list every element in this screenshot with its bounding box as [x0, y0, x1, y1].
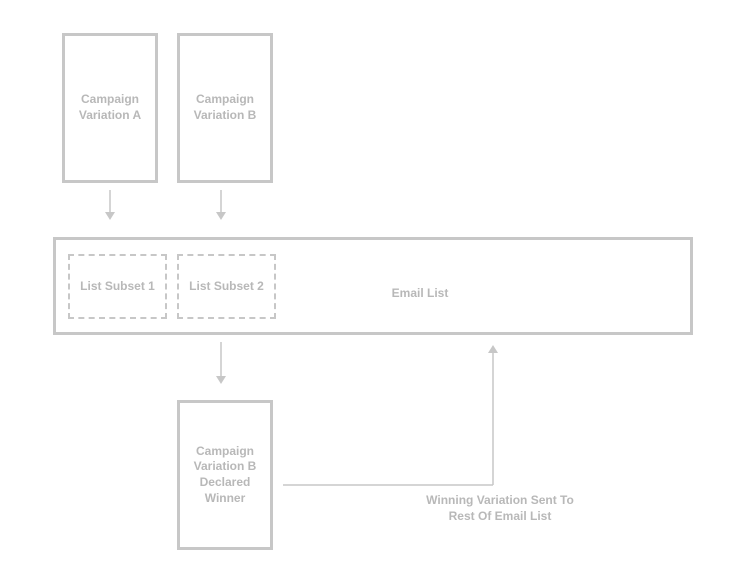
campaign-variation-a-box: Campaign Variation A [62, 33, 158, 183]
winner-box: Campaign Variation B Declared Winner [177, 400, 273, 550]
arrow-winner-to-rest [273, 335, 503, 505]
list-subset-1-box: List Subset 1 [68, 254, 167, 319]
arrow-list-to-winner [215, 342, 227, 388]
email-list-label: Email List [380, 286, 460, 302]
winning-note-label: Winning Variation Sent To Rest Of Email … [420, 493, 580, 524]
winner-label: Campaign Variation B Declared Winner [186, 444, 264, 506]
campaign-variation-b-label: Campaign Variation B [186, 92, 264, 123]
list-subset-1-label: List Subset 1 [80, 279, 155, 295]
arrow-a-to-list [104, 190, 116, 224]
arrow-b-to-list [215, 190, 227, 224]
list-subset-2-label: List Subset 2 [189, 279, 264, 295]
list-subset-2-box: List Subset 2 [177, 254, 276, 319]
campaign-variation-a-label: Campaign Variation A [71, 92, 149, 123]
ab-test-diagram: Campaign Variation A Campaign Variation … [0, 0, 754, 580]
campaign-variation-b-box: Campaign Variation B [177, 33, 273, 183]
